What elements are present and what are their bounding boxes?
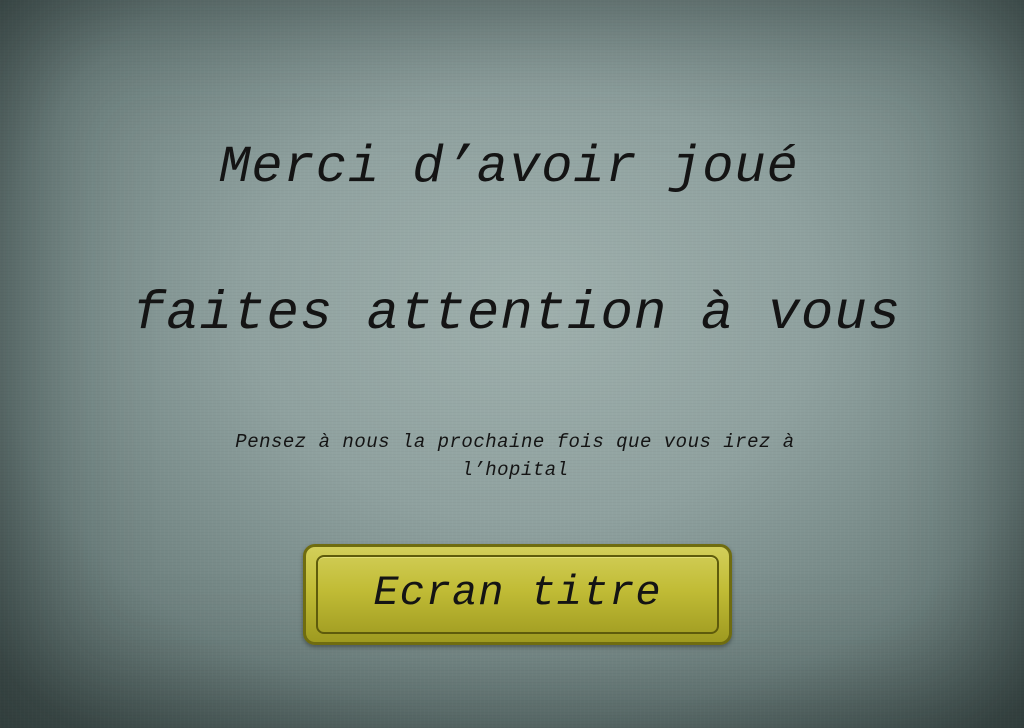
warning-heading: faites attention à vous (132, 284, 902, 345)
title-screen-button-label: Ecran titre (373, 569, 662, 617)
title-screen-button[interactable]: Ecran titre (303, 544, 732, 645)
closing-message: Pensez à nous la prochaine fois que vous… (235, 431, 795, 481)
thanks-heading: Merci d’avoir joué (219, 138, 799, 197)
